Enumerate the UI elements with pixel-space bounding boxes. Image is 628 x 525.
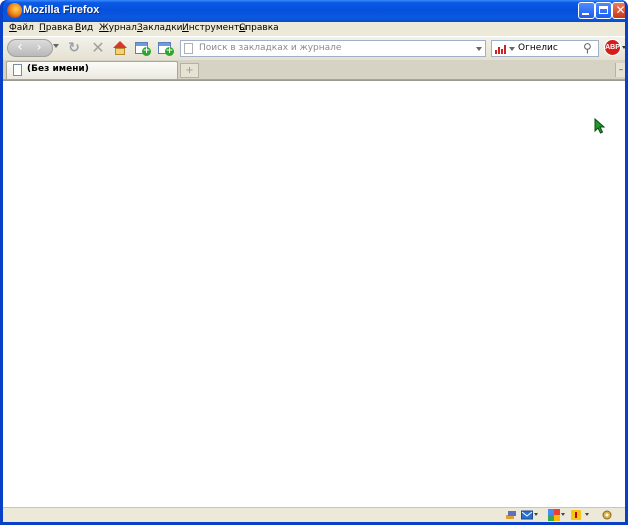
bar-chart-icon[interactable] (495, 44, 507, 54)
bookmark-add-icon[interactable]: + (134, 40, 151, 56)
google-dropdown-icon[interactable] (561, 513, 565, 516)
firefox-window: Mozilla Firefox ✕ Файл Правка Вид Журнал… (0, 0, 628, 525)
yandex-dropdown-icon[interactable] (585, 513, 589, 516)
search-engine-dropdown-icon[interactable] (509, 47, 515, 51)
navigation-toolbar: ‹ › ↻ ✕ + + Поиск в закладках и журнале … (3, 36, 625, 61)
url-dropdown-icon[interactable] (476, 47, 482, 51)
mail-dropdown-icon[interactable] (534, 513, 538, 516)
forward-arrow-icon[interactable]: › (30, 41, 48, 55)
search-bar[interactable]: Огнелис ⚲ (491, 40, 599, 57)
stop-icon[interactable]: ✕ (90, 40, 106, 56)
menu-tools[interactable]: Инструменты (182, 23, 246, 33)
settings-gear-icon[interactable] (601, 509, 613, 521)
menu-view[interactable]: Вид (75, 23, 93, 33)
maximize-button[interactable] (595, 2, 612, 19)
firefox-logo-icon (7, 3, 22, 18)
back-forward-group: ‹ › (7, 39, 53, 57)
mouse-cursor-icon (594, 118, 606, 134)
menu-help[interactable]: Справка (239, 23, 279, 33)
addon-icon[interactable] (505, 509, 517, 521)
yandex-icon[interactable] (570, 509, 582, 521)
menu-file[interactable]: Файл (9, 23, 34, 33)
magnifier-icon[interactable]: ⚲ (583, 42, 595, 55)
mail-icon[interactable] (521, 509, 533, 521)
menu-bookmarks[interactable]: Закладки (137, 23, 183, 33)
menu-edit[interactable]: Правка (39, 23, 73, 33)
reload-icon[interactable]: ↻ (66, 40, 82, 56)
browser-client-area: Файл Правка Вид Журнал Закладки Инструме… (3, 22, 625, 522)
maximize-icon (599, 6, 608, 14)
new-tab-button[interactable]: + (180, 63, 199, 78)
search-input[interactable]: Огнелис (518, 43, 558, 53)
minimize-icon (582, 13, 589, 15)
url-bar[interactable]: Поиск в закладках и журнале (180, 40, 486, 57)
page-icon (184, 43, 193, 54)
window-title: Mozilla Firefox (23, 4, 100, 16)
menu-history[interactable]: Журнал (99, 23, 137, 33)
history-dropdown-icon[interactable] (53, 44, 59, 48)
tab-strip: (Без имени) + – (3, 60, 625, 80)
new-tab-icon[interactable]: + (157, 40, 174, 56)
status-bar (3, 507, 625, 522)
tab-list-button[interactable]: – (615, 63, 625, 77)
adblock-icon[interactable]: ABP (604, 39, 621, 56)
minimize-button[interactable] (578, 2, 595, 19)
back-arrow-icon[interactable]: ‹ (9, 40, 31, 55)
menu-bar: Файл Правка Вид Журнал Закладки Инструме… (3, 22, 625, 36)
tab-title: (Без имени) (27, 64, 89, 74)
page-content[interactable] (3, 80, 625, 508)
page-icon (13, 64, 22, 76)
close-icon: ✕ (615, 3, 626, 17)
url-placeholder: Поиск в закладках и журнале (199, 43, 342, 53)
title-bar[interactable]: Mozilla Firefox ✕ (3, 0, 626, 22)
tab-untitled[interactable]: (Без имени) (6, 61, 178, 79)
home-icon[interactable] (112, 40, 128, 56)
google-toolbar-icon[interactable] (548, 509, 560, 521)
adblock-dropdown-icon[interactable] (622, 46, 625, 49)
close-button[interactable]: ✕ (612, 2, 626, 19)
